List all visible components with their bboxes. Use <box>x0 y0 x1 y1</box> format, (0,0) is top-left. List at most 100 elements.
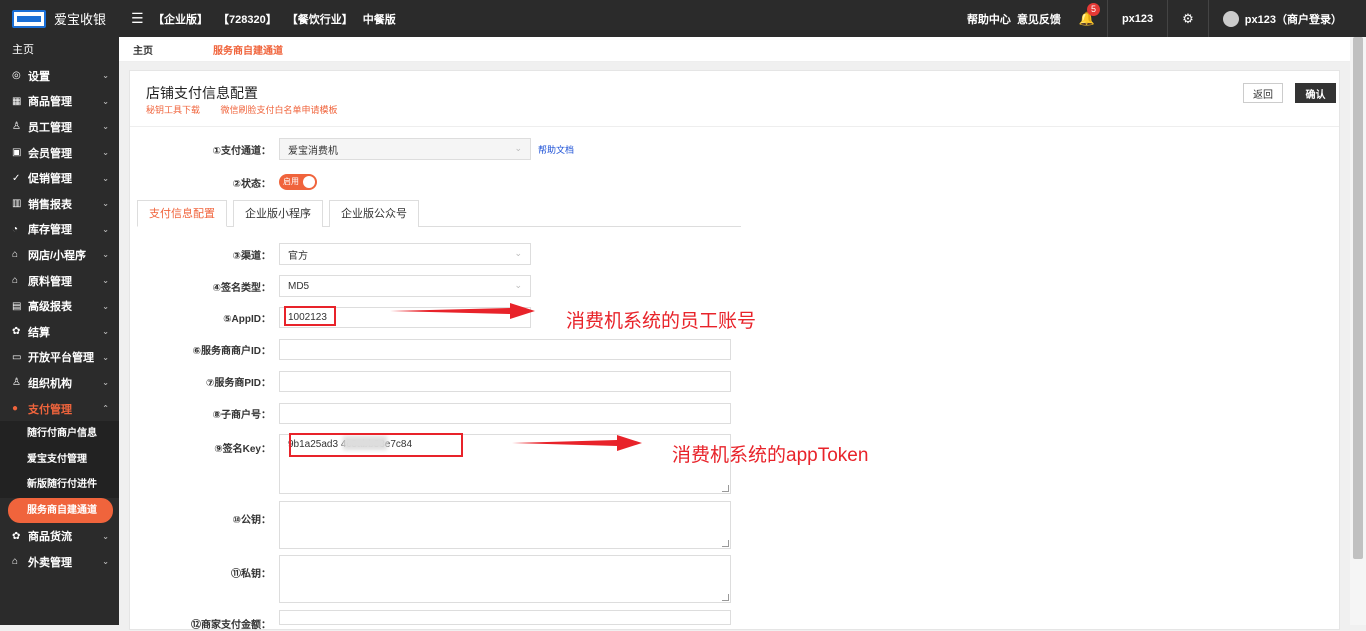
merchant-amount-label: ⑫商家支付金额： <box>191 620 271 631</box>
channel-value: 爱宝消费机 <box>288 145 338 157</box>
chevron-down-icon: ⌄ <box>102 250 109 260</box>
logo-icon <box>12 9 46 28</box>
sidebar-item-settings[interactable]: ◎ 设置 ⌄ <box>0 63 119 89</box>
sidebar-sub-self-channel[interactable]: 服务商自建通道 <box>8 497 113 524</box>
sp-pid-input[interactable] <box>279 371 731 392</box>
back-button[interactable]: 返回 <box>1243 83 1283 103</box>
scrollbar-thumb[interactable] <box>1353 37 1363 559</box>
sidebar-item-settlement[interactable]: ✿ 结算 ⌄ <box>0 319 119 345</box>
crumb-industry: 【餐饮行业】 <box>286 13 353 26</box>
sidebar-item-goods-flow[interactable]: ✿ 商品货流 ⌄ <box>0 523 119 549</box>
sp-pid-label: ⑦服务商PID： <box>205 378 271 389</box>
tab-home[interactable]: 主页 <box>133 42 213 57</box>
crumb-version: 中餐版 <box>362 13 396 26</box>
appid-annotation: 消费机系统的员工账号 <box>566 311 757 332</box>
sidebar-item-label: 库存管理 <box>28 224 72 237</box>
sidebar-item-label: 设置 <box>28 70 50 83</box>
tab-payment-config[interactable]: 支付信息配置 <box>137 200 227 227</box>
merchant-amount-input[interactable] <box>279 610 731 625</box>
avatar[interactable] <box>1222 10 1239 27</box>
gear-icon: ◎ <box>12 70 21 82</box>
user-name[interactable]: px123 <box>1108 13 1167 25</box>
chevron-down-icon: ⌄ <box>102 378 109 388</box>
key-annotation: 消费机系统的appToken <box>672 445 869 466</box>
line-chart-icon: ▤ <box>12 300 22 312</box>
monitor-icon: ▭ <box>12 351 22 363</box>
sidebar-sub-new-sxf[interactable]: 新版随行付进件 <box>0 472 119 498</box>
sub-merchant-input[interactable] <box>279 403 731 424</box>
sidebar-item-delivery[interactable]: ⌂ 外卖管理 ⌄ <box>0 549 119 575</box>
notification-badge: 5 <box>1086 2 1100 16</box>
sidebar-sub-sxf-merchant[interactable]: 随行付商户信息 <box>0 421 119 447</box>
sidebar-item-sales-report[interactable]: ▥ 销售报表 ⌄ <box>0 191 119 217</box>
tab-mini-program[interactable]: 企业版小程序 <box>233 200 323 227</box>
chevron-down-icon: ⌄ <box>102 276 109 286</box>
app-logo[interactable]: 爱宝收银 <box>0 9 119 28</box>
chevron-down-icon: ⌄ <box>102 96 109 106</box>
sidebar-item-inventory[interactable]: ◔ 库存管理 ⌄ <box>0 217 119 243</box>
sidebar-item-open-platform[interactable]: ▭ 开放平台管理 ⌄ <box>0 345 119 371</box>
status-toggle[interactable]: 启用 <box>279 174 317 190</box>
sidebar-item-promotions[interactable]: ✓ 促销管理 ⌄ <box>0 165 119 191</box>
sidebar-item-label: 员工管理 <box>28 121 72 134</box>
store-icon: ⌂ <box>12 275 19 287</box>
sidebar-item-staff[interactable]: ♙ 员工管理 ⌄ <box>0 114 119 140</box>
sidebar-item-label: 网店/小程序 <box>28 249 87 262</box>
sidebar-item-advanced-report[interactable]: ▤ 高级报表 ⌄ <box>0 293 119 319</box>
chevron-down-icon: ⌄ <box>102 557 109 567</box>
edition-crumbs: 【企业版】 【728320】 【餐饮行业】 中餐版 <box>153 11 406 27</box>
sidebar-item-organization[interactable]: ♙ 组织机构 ⌄ <box>0 370 119 396</box>
sidebar-item-materials[interactable]: ⌂ 原料管理 ⌄ <box>0 268 119 294</box>
notification-button[interactable]: 🔔 5 <box>1067 2 1107 27</box>
sidebar-item-label: 会员管理 <box>28 147 72 160</box>
sidebar-item-products[interactable]: ▦ 商品管理 ⌄ <box>0 89 119 115</box>
sidebar-item-label: 组织机构 <box>28 377 72 390</box>
sign-key-label: ⑨签名Key： <box>214 444 271 455</box>
sidebar-sub-aibao-pay[interactable]: 爱宝支付管理 <box>0 446 119 473</box>
pie-chart-icon: ◔ <box>12 223 19 235</box>
account-label[interactable]: px123（商户登录） <box>1245 11 1342 27</box>
top-bar: 爱宝收银 ☰ 【企业版】 【728320】 【餐饮行业】 中餐版 帮助中心 意见… <box>0 0 1366 37</box>
private-key-textarea[interactable] <box>279 555 731 603</box>
whitelist-template-link[interactable]: 微信刷脸支付白名单申请模板 <box>221 105 338 115</box>
help-doc-link[interactable]: 帮助文档 <box>538 143 574 156</box>
crumb-edition: 【企业版】 <box>153 13 208 26</box>
chevron-down-icon: ⌄ <box>102 199 109 209</box>
sidebar-item-label: 高级报表 <box>28 301 72 314</box>
route-value: 官方 <box>288 250 308 262</box>
flow-icon: ✿ <box>12 530 21 542</box>
confirm-button[interactable]: 确认 <box>1295 83 1336 103</box>
vertical-scrollbar[interactable] <box>1350 37 1366 625</box>
store-icon: ⌂ <box>12 556 19 568</box>
private-key-label: ⑪私钥： <box>231 569 271 580</box>
grid-icon: ▦ <box>12 95 22 107</box>
sidebar-item-label: 结算 <box>28 326 50 339</box>
sidebar-home[interactable]: 主页 <box>0 37 119 63</box>
chevron-down-icon: ⌄ <box>102 224 109 234</box>
help-center-link[interactable]: 帮助中心 <box>967 11 1011 27</box>
settle-icon: ✿ <box>12 326 21 338</box>
appid-label: ⑤AppID： <box>223 314 271 325</box>
page-tab-bar: 主页 服务商自建通道 <box>119 37 1350 62</box>
sidebar-item-online-store[interactable]: ⌂ 网店/小程序 ⌄ <box>0 242 119 268</box>
chevron-down-icon: ⌄ <box>102 122 109 132</box>
crumb-id: 【728320】 <box>218 13 277 26</box>
chevron-up-icon: ⌃ <box>102 404 109 414</box>
sidebar-item-members[interactable]: ▣ 会员管理 ⌄ <box>0 140 119 166</box>
sidebar-item-payment[interactable]: ● 支付管理 ⌃ <box>0 396 119 422</box>
route-select[interactable]: 官方 ⌄ <box>279 243 531 265</box>
sp-merchant-input[interactable] <box>279 339 731 360</box>
tab-official-account[interactable]: 企业版公众号 <box>329 200 419 227</box>
key-tool-download-link[interactable]: 秘钥工具下载 <box>146 105 200 115</box>
settings-gear-icon[interactable]: ⚙ <box>1168 11 1208 27</box>
chevron-down-icon: ⌄ <box>102 327 109 337</box>
public-key-textarea[interactable] <box>279 501 731 549</box>
route-label: ③渠道： <box>232 250 271 262</box>
channel-select[interactable]: 爱宝消费机 ⌄ <box>279 138 531 160</box>
sidebar-item-label: 商品货流 <box>28 531 72 544</box>
sign-type-select[interactable]: MD5 ⌄ <box>279 275 531 297</box>
sidebar-item-label: 开放平台管理 <box>28 352 94 365</box>
menu-toggle-icon[interactable]: ☰ <box>131 10 149 27</box>
feedback-link[interactable]: 意见反馈 <box>1017 11 1061 27</box>
tab-current[interactable]: 服务商自建通道 <box>213 42 283 57</box>
